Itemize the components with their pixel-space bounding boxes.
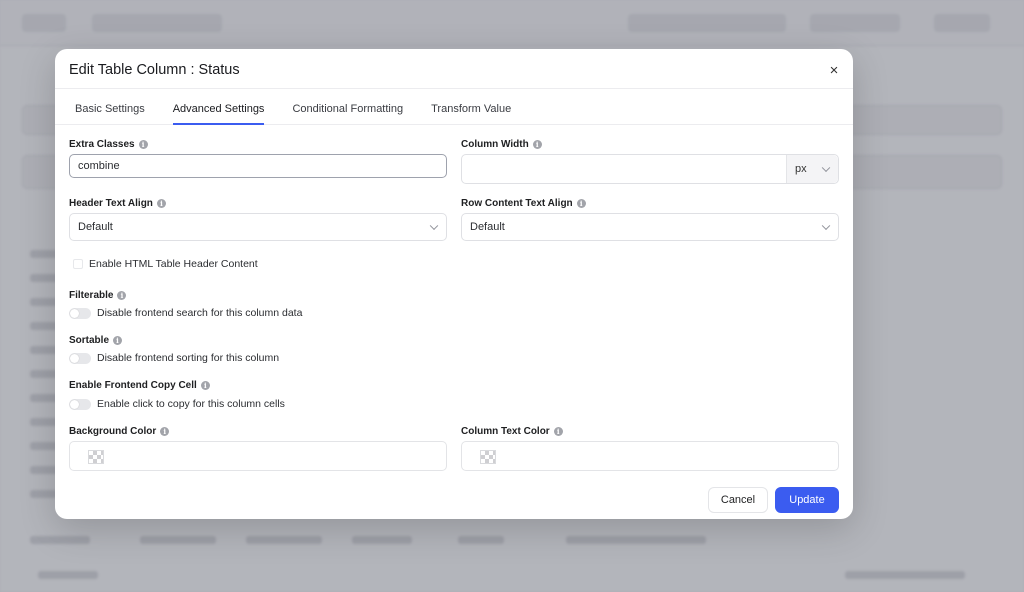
tab-conditional-formatting[interactable]: Conditional Formatting — [292, 89, 403, 124]
sortable-label: Sortable i — [69, 335, 123, 346]
transparent-swatch-icon[interactable] — [480, 450, 496, 464]
column-text-color-picker[interactable] — [461, 441, 839, 471]
background-color-label-text: Background Color — [69, 426, 157, 437]
column-width-unit-value: px — [795, 163, 807, 175]
update-button[interactable]: Update — [775, 487, 839, 513]
filterable-toggle[interactable] — [69, 307, 91, 319]
row-content-text-align-label: Row Content Text Align i — [461, 198, 586, 209]
column-width-label: Column Width i — [461, 139, 542, 150]
row-content-text-align-label-text: Row Content Text Align — [461, 198, 573, 209]
tab-basic-settings[interactable]: Basic Settings — [75, 89, 145, 124]
modal-title: Edit Table Column : Status — [69, 62, 240, 78]
column-width-input[interactable]: px — [461, 154, 839, 184]
sortable-toggle-row[interactable]: Disable frontend sorting for this column — [69, 352, 279, 364]
copy-cell-toggle[interactable] — [69, 398, 91, 410]
filterable-toggle-label: Disable frontend search for this column … — [97, 307, 303, 319]
row-content-text-align-select[interactable]: Default — [461, 213, 839, 241]
copy-cell-toggle-label: Enable click to copy for this column cel… — [97, 398, 285, 410]
tab-advanced-settings[interactable]: Advanced Settings — [172, 89, 264, 125]
info-icon[interactable]: i — [576, 199, 586, 208]
column-width-label-text: Column Width — [461, 139, 529, 150]
copy-cell-label-text: Enable Frontend Copy Cell — [69, 380, 197, 391]
sortable-label-text: Sortable — [69, 335, 110, 346]
copy-cell-toggle-row[interactable]: Enable click to copy for this column cel… — [69, 398, 285, 410]
info-icon[interactable]: i — [156, 199, 166, 208]
column-width-unit-select[interactable]: px — [786, 155, 838, 183]
info-icon[interactable]: i — [200, 381, 210, 390]
close-icon[interactable]: × — [827, 63, 841, 78]
enable-html-header-checkbox[interactable] — [73, 259, 83, 269]
header-text-align-label-text: Header Text Align — [69, 198, 153, 209]
chevron-down-icon — [821, 221, 831, 231]
column-text-color-label: Column Text Color i — [461, 426, 563, 437]
info-icon[interactable]: i — [553, 427, 563, 436]
info-icon[interactable]: i — [138, 140, 148, 149]
background-color-picker[interactable] — [69, 441, 447, 471]
sortable-toggle-label: Disable frontend sorting for this column — [97, 352, 280, 364]
background-color-label: Background Color i — [69, 426, 170, 437]
info-icon[interactable]: i — [117, 291, 127, 300]
sortable-toggle[interactable] — [69, 352, 91, 364]
enable-html-header-row[interactable]: Enable HTML Table Header Content — [73, 258, 258, 270]
info-icon[interactable]: i — [113, 336, 123, 345]
header-text-align-label: Header Text Align i — [69, 198, 166, 209]
cancel-button[interactable]: Cancel — [708, 487, 768, 513]
column-text-color-label-text: Column Text Color — [461, 426, 550, 437]
extra-classes-label-text: Extra Classes — [69, 139, 135, 150]
copy-cell-label: Enable Frontend Copy Cell i — [69, 380, 210, 391]
header-text-align-value: Default — [78, 221, 113, 233]
extra-classes-label: Extra Classes i — [69, 139, 148, 150]
chevron-down-icon — [429, 221, 439, 231]
info-icon[interactable]: i — [160, 427, 170, 436]
edit-column-modal: Edit Table Column : Status × Basic Setti… — [55, 49, 853, 519]
header-text-align-select[interactable]: Default — [69, 213, 447, 241]
chevron-down-icon — [821, 163, 831, 173]
row-content-text-align-value: Default — [470, 221, 505, 233]
transparent-swatch-icon[interactable] — [88, 450, 104, 464]
tab-transform-value[interactable]: Transform Value — [431, 89, 511, 124]
settings-tabs: Basic Settings Advanced Settings Conditi… — [55, 89, 853, 125]
filterable-toggle-row[interactable]: Disable frontend search for this column … — [69, 307, 302, 319]
enable-html-header-label: Enable HTML Table Header Content — [89, 258, 258, 270]
extra-classes-input[interactable]: combine — [69, 154, 447, 178]
info-icon[interactable]: i — [532, 140, 542, 149]
modal-header: Edit Table Column : Status × — [55, 49, 853, 89]
filterable-label: Filterable i — [69, 290, 127, 301]
filterable-label-text: Filterable — [69, 290, 114, 301]
